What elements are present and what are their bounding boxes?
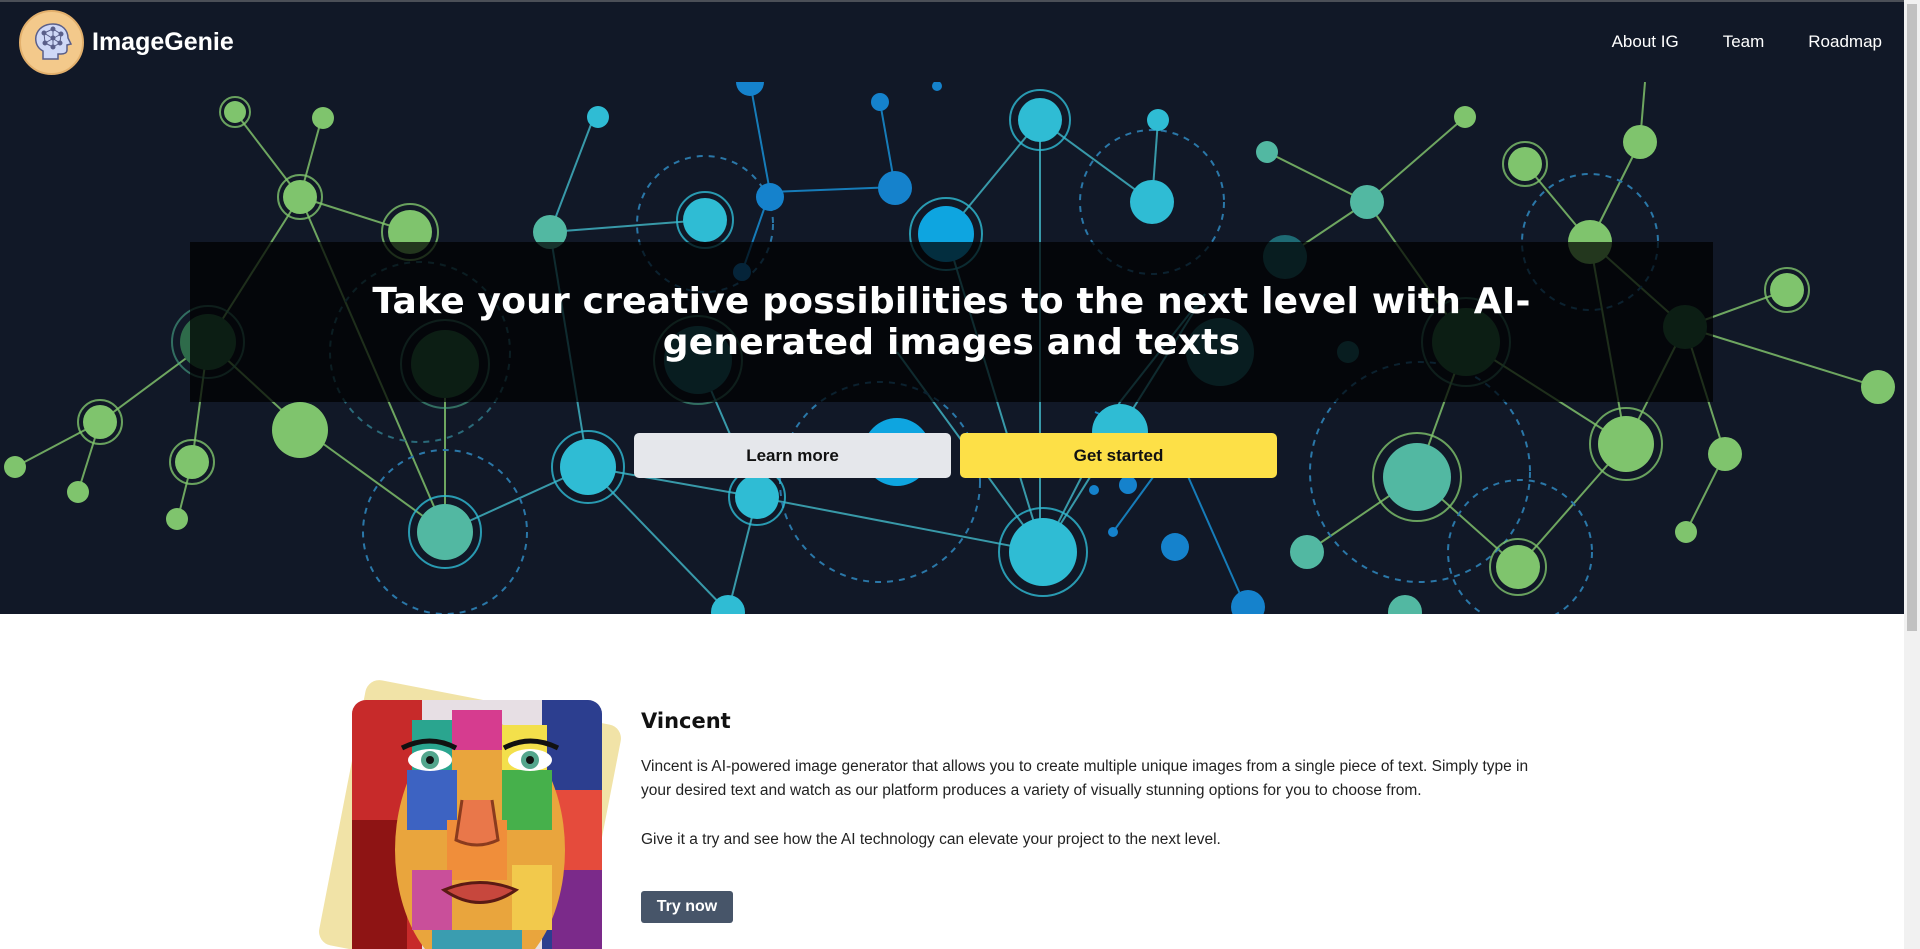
hero-section: Take your creative possibilities to the … xyxy=(0,82,1904,614)
brand-name: ImageGenie xyxy=(92,27,234,56)
vincent-artwork xyxy=(316,677,624,949)
nav-link-about[interactable]: About IG xyxy=(1612,32,1679,52)
scrollbar-thumb[interactable] xyxy=(1907,4,1917,631)
nav-link-roadmap[interactable]: Roadmap xyxy=(1808,32,1882,52)
main-nav: About IG Team Roadmap xyxy=(1568,32,1882,52)
try-now-button[interactable]: Try now xyxy=(641,891,733,923)
hero-headline: Take your creative possibilities to the … xyxy=(372,281,1531,363)
page-scrollbar[interactable] xyxy=(1904,0,1920,949)
brain-head-icon xyxy=(19,9,84,75)
vincent-feature-section: Vincent Vincent is AI-powered image gene… xyxy=(0,614,1904,949)
learn-more-button[interactable]: Learn more xyxy=(634,433,951,478)
painted-face-image xyxy=(352,700,602,949)
brand[interactable]: ImageGenie xyxy=(19,9,234,75)
headline-box: Take your creative possibilities to the … xyxy=(190,242,1713,402)
top-navigation-bar: ImageGenie About IG Team Roadmap xyxy=(0,0,1904,82)
feature-cta-text: Give it a try and see how the AI technol… xyxy=(641,831,1221,848)
feature-title: Vincent xyxy=(641,709,731,733)
get-started-button[interactable]: Get started xyxy=(960,433,1277,478)
nav-link-team[interactable]: Team xyxy=(1723,32,1765,52)
feature-description: Vincent is AI-powered image generator th… xyxy=(641,758,1529,799)
